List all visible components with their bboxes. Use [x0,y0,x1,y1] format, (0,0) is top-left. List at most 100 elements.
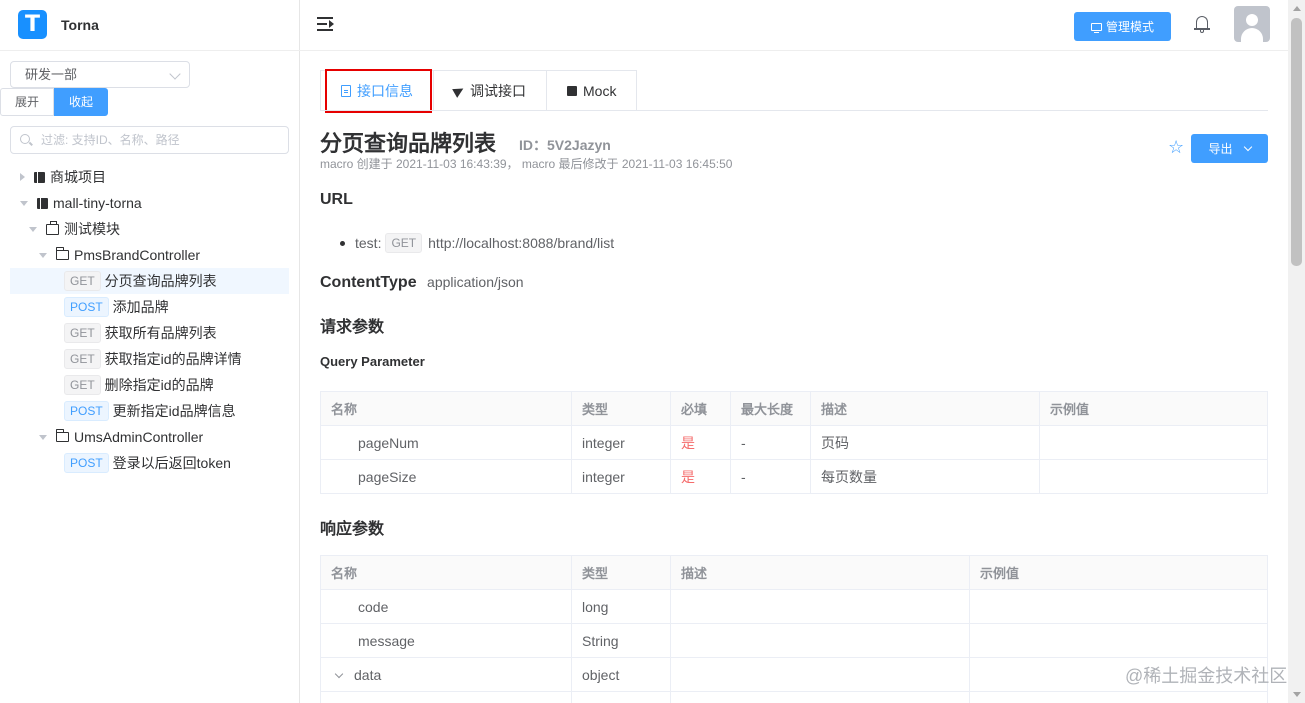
table-row: pageSize integer 是 - 每页数量 [320,459,1268,494]
chevron-down-icon [1243,142,1252,152]
param-maxlen: - [730,459,811,494]
api-label: 删除指定id的品牌 [104,377,214,393]
scroll-down-icon[interactable] [1293,692,1301,697]
module-icon [46,220,59,235]
tree-label: mall-tiny-torna [53,195,142,211]
tab-mock[interactable]: Mock [546,70,638,110]
method-tag: POST [64,453,109,473]
space-select-value: 研发一部 [25,67,78,82]
export-label: 导出 [1208,142,1233,156]
avatar[interactable] [1234,6,1270,42]
table-header-row: 名称 类型 必填 最大长度 描述 示例值 [320,391,1268,426]
tree-api-item[interactable]: GET 获取指定id的品牌详情 [10,346,289,372]
scrollbar[interactable] [1288,0,1305,703]
col-header: 最大长度 [730,391,811,426]
star-icon[interactable]: ☆ [1168,137,1184,158]
table-row: pageNum integer 是 - 页码 [320,425,1268,460]
col-header: 必填 [670,391,731,426]
folder-icon [56,247,69,260]
content-type-label: ContentType [320,274,417,291]
col-header: 描述 [810,391,1040,426]
doc-meta: macro 创建于 2021-11-03 16:43:39， macro 最后修… [320,157,733,171]
api-label: 添加品牌 [112,299,169,315]
param-example [969,589,1268,624]
expand-button[interactable]: 展开 [0,88,55,116]
param-maxlen: - [730,425,811,460]
admin-mode-button[interactable]: 管理模式 [1074,12,1171,41]
brand[interactable]: T Torna [18,10,99,39]
space-select[interactable]: 研发一部 [10,61,190,88]
bell-icon[interactable] [1194,15,1210,33]
doc-id: ID：5V2Jazyn [519,137,611,153]
tab-label: Mock [583,82,617,99]
main-content: 接口信息 调试接口 Mock 分页查询品牌列表 ID：5V2Jazyn macr… [300,51,1288,703]
scroll-thumb[interactable] [1291,18,1302,266]
tree-api-item[interactable]: GET 分页查询品牌列表 [10,268,289,294]
param-desc: 每页数量 [810,459,1040,494]
brand-name: Torna [61,16,99,33]
col-header: 类型 [571,391,671,426]
param-desc: 页码 [810,425,1040,460]
method-tag: GET [64,349,101,369]
col-header: 示例值 [1039,391,1268,426]
tree-label: UmsAdminController [74,429,204,445]
watermark: @稀土掘金技术社区 [1125,666,1288,686]
table-header-row: 名称 类型 描述 示例值 [320,555,1268,590]
param-name: pageSize [320,459,572,494]
scroll-up-icon[interactable] [1293,6,1301,11]
torna-logo: T [18,10,47,39]
method-tag: GET [64,375,101,395]
tree-module[interactable]: 测试模块 [10,216,289,242]
content-type-row: ContentType application/json [320,274,524,292]
tree-folder-umsadmin[interactable]: UmsAdminController [10,424,289,450]
param-type: long [571,589,671,624]
tree-label: 商城项目 [50,169,106,185]
doc-tree: 商城项目 mall-tiny-torna 测试模块 PmsBrandContro… [10,164,289,476]
col-header: 示例值 [969,555,1268,590]
param-desc [670,657,970,692]
tree-api-item[interactable]: GET 获取所有品牌列表 [10,320,289,346]
method-tag: GET [64,271,101,291]
filter-input[interactable]: 过滤: 支持ID、名称、路径 [10,126,289,154]
top-header: 管理模式 [300,0,1305,51]
api-label: 获取所有品牌列表 [104,325,217,341]
tree-project-shop[interactable]: 商城项目 [10,164,289,190]
method-tag: POST [64,297,109,317]
tree-api-item[interactable]: POST 登录以后返回token [10,450,289,476]
tree-api-item[interactable]: GET 删除指定id的品牌 [10,372,289,398]
caret-down-icon [39,252,47,258]
col-header: 名称 [320,391,572,426]
bullet [340,240,345,246]
param-name: pageNum [320,425,572,460]
export-button[interactable]: 导出 [1191,134,1268,163]
book-icon [37,197,48,209]
filter-placeholder: 过滤: 支持ID、名称、路径 [41,133,180,147]
tree-label: PmsBrandController [74,247,201,263]
tab-debug[interactable]: 调试接口 [433,70,547,110]
tree-api-item[interactable]: POST 添加品牌 [10,294,289,320]
api-label: 分页查询品牌列表 [104,273,217,289]
monitor-icon [1090,22,1102,33]
tree-project-mall[interactable]: mall-tiny-torna [10,190,289,216]
url-heading: URL [320,191,353,208]
url-item: test: GET http://localhost:8088/brand/li… [340,233,614,253]
url-env: test: [355,235,382,251]
url-value: http://localhost:8088/brand/list [428,235,615,251]
tree-folder-pmsbrand[interactable]: PmsBrandController [10,242,289,268]
collapse-button[interactable]: 收起 [54,88,109,116]
tab-api-info[interactable]: 接口信息 [320,69,434,113]
param-type: String [571,623,671,658]
menu-fold-icon[interactable] [317,17,334,31]
caret-right-icon [20,173,25,181]
param-name: message [320,623,572,658]
param-example [1039,425,1268,460]
param-required: 是 [670,425,731,460]
request-params-table: 名称 类型 必填 最大长度 描述 示例值 pageNum integer 是 -… [320,391,1268,494]
response-heading: 响应参数 [320,521,385,538]
doc-tabs: 接口信息 调试接口 Mock [320,69,638,113]
tree-api-item[interactable]: POST 更新指定id品牌信息 [10,398,289,424]
chevron-down-icon[interactable] [334,669,344,678]
method-tag: GET [64,323,101,343]
col-header: 描述 [670,555,970,590]
table-row: message String [320,623,1268,658]
